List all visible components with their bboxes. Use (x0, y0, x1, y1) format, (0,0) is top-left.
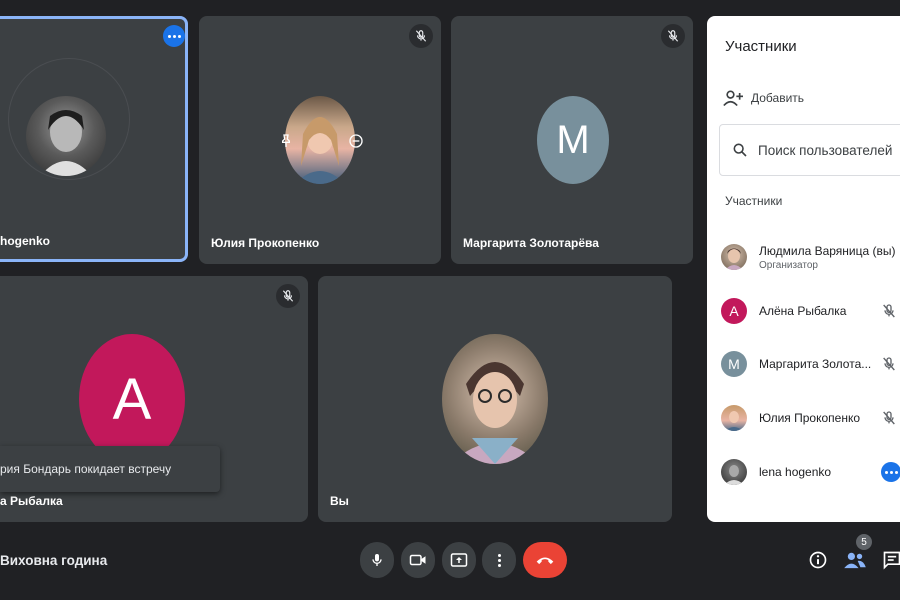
more-options-button[interactable] (879, 460, 900, 484)
more-options-button[interactable] (163, 25, 185, 47)
video-tile-margarita[interactable]: M Маргарита Золотарёва (451, 16, 693, 264)
mic-off-icon (877, 299, 900, 323)
pin-icon[interactable] (275, 130, 297, 152)
tile-name: Маргарита Золотарёва (463, 236, 599, 250)
end-call-icon (535, 554, 555, 566)
mic-off-icon (276, 284, 300, 308)
participants-count-badge: 5 (856, 534, 872, 550)
participant-row[interactable]: M Маргарита Золота... (721, 346, 900, 382)
toast-text: рия Бондарь покидает встречу (0, 462, 172, 476)
more-icon (881, 462, 900, 482)
participant-name: Юлия Прокопенко (759, 411, 861, 425)
present-screen-button[interactable] (442, 542, 476, 578)
participant-name: lena hogenko (759, 465, 832, 479)
present-screen-icon (450, 552, 468, 568)
meeting-title: Виховна година (0, 553, 108, 568)
camera-icon (409, 552, 427, 568)
avatar (721, 459, 747, 485)
leave-call-button[interactable] (523, 542, 567, 578)
leave-notification-toast: рия Бондарь покидает встречу (0, 446, 220, 492)
more-options-button[interactable] (482, 542, 516, 578)
search-input[interactable] (756, 141, 900, 159)
participant-role: Организатор (759, 259, 818, 271)
participant-name: Маргарита Золота... (759, 357, 872, 371)
avatar-initial: A (721, 298, 747, 324)
participant-row[interactable]: lena hogenko (721, 454, 900, 490)
participants-button[interactable] (843, 548, 867, 572)
participant-row[interactable]: Людмила Варяница (вы) Организатор (721, 239, 900, 275)
tile-name: Вы (330, 494, 349, 508)
microphone-button[interactable] (360, 542, 394, 578)
add-people-button[interactable]: Добавить (723, 88, 804, 108)
participant-name: Людмила Варяница (вы) (759, 243, 896, 258)
participant-photo (442, 334, 548, 464)
avatar-initial: A (79, 334, 185, 464)
add-label: Добавить (751, 91, 805, 105)
more-vertical-icon (497, 553, 501, 567)
section-label: Участники (725, 194, 783, 208)
avatar (721, 244, 747, 270)
microphone-icon (369, 552, 385, 568)
chat-icon (882, 550, 900, 570)
video-tile-self[interactable]: Вы (318, 276, 672, 522)
participant-row[interactable]: A Алёна Рыбалка (721, 293, 900, 329)
avatar (721, 405, 747, 431)
people-icon (844, 551, 866, 569)
participant-photo (26, 96, 106, 176)
participant-row[interactable]: Юлия Прокопенко (721, 400, 900, 436)
panel-title: Участники (725, 38, 797, 55)
mic-off-icon (661, 24, 685, 48)
remove-icon[interactable] (345, 130, 367, 152)
avatar-initial: M (721, 351, 747, 377)
search-box[interactable] (719, 124, 900, 176)
search-icon (732, 142, 748, 158)
add-person-icon (723, 89, 743, 107)
tile-name: а Рыбалка (0, 494, 63, 508)
camera-button[interactable] (401, 542, 435, 578)
mic-off-icon (877, 406, 900, 430)
tile-name: hogenko (0, 234, 50, 248)
mic-off-icon (409, 24, 433, 48)
tile-name: Юлия Прокопенко (211, 236, 320, 250)
participants-panel: Участники Добавить Участники Людмила Вар… (707, 16, 900, 522)
participant-name: Алёна Рыбалка (759, 304, 847, 318)
mic-off-icon (877, 352, 900, 376)
video-tile-lena-hogenko[interactable]: hogenko (0, 16, 188, 262)
avatar-initial: M (537, 96, 609, 184)
info-icon (808, 550, 828, 570)
meeting-details-button[interactable] (806, 548, 830, 572)
chat-button[interactable] (880, 548, 900, 572)
video-tile-yulia[interactable]: Юлия Прокопенко (199, 16, 441, 264)
